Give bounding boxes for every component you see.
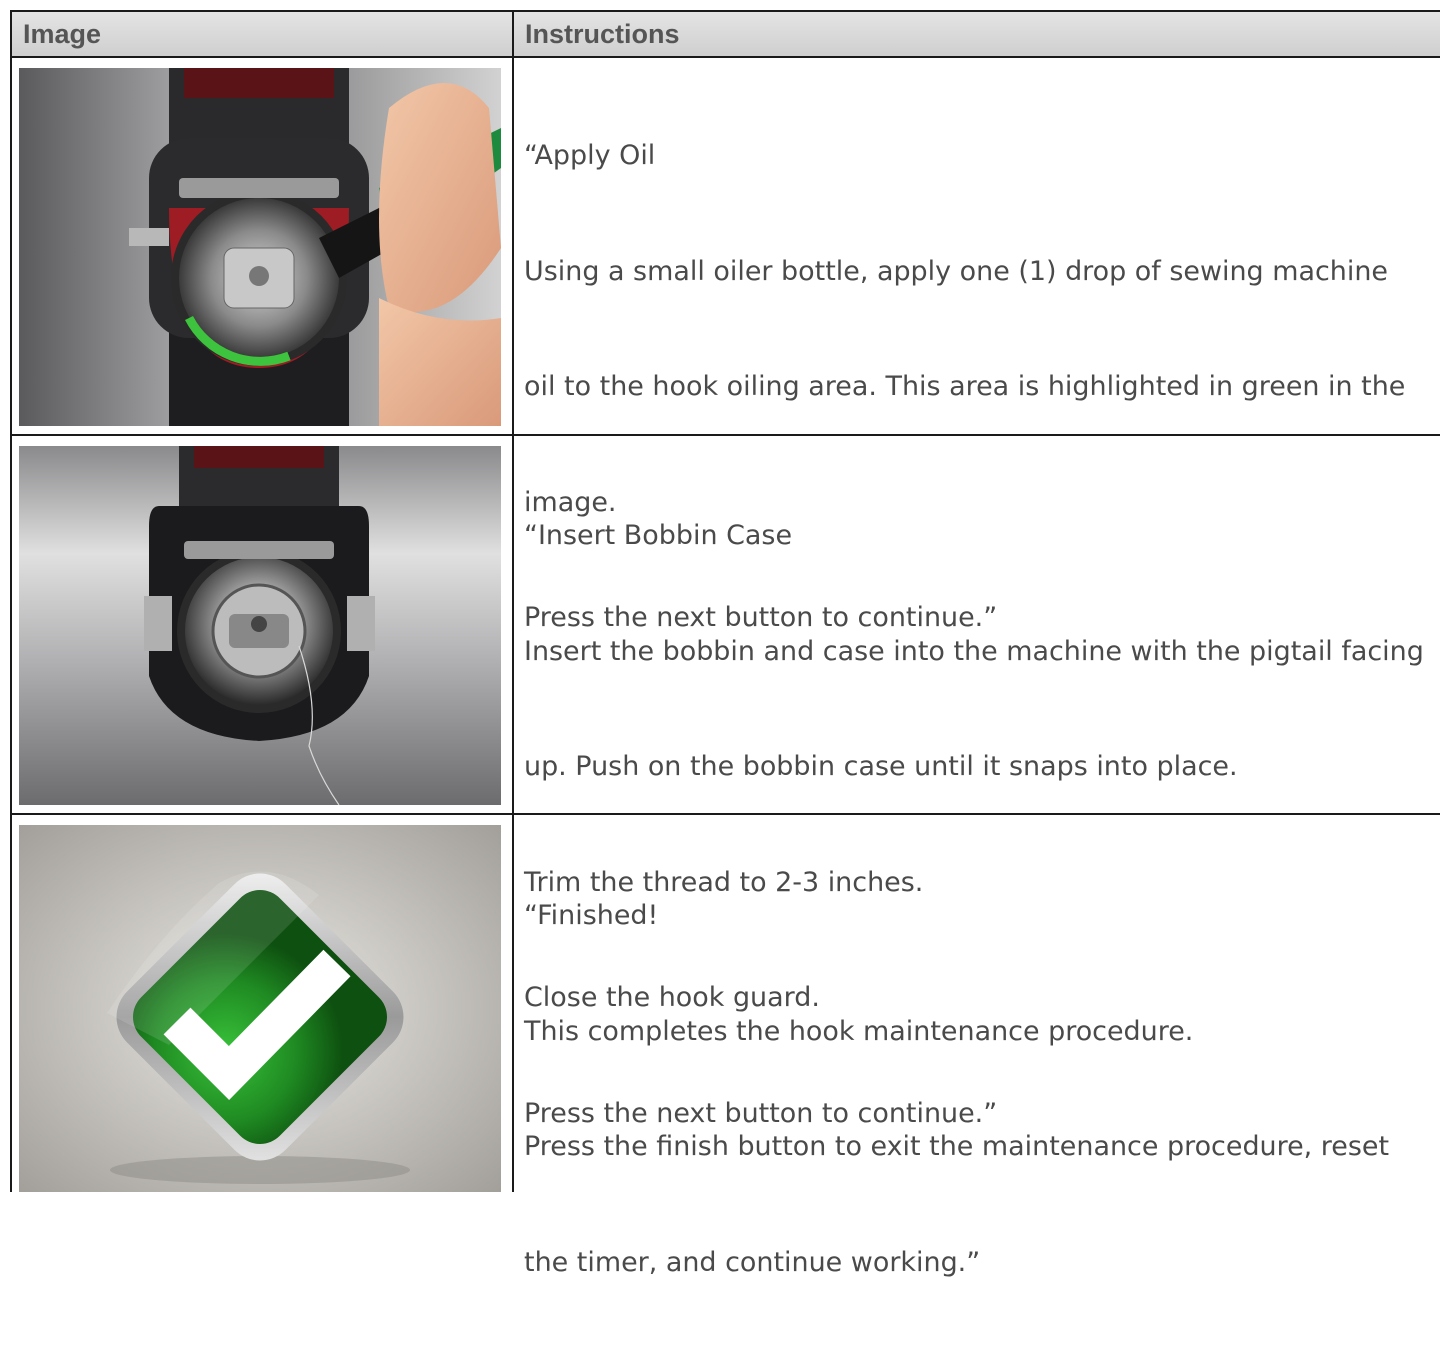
- table-header-row: Image Instructions: [12, 12, 1440, 58]
- instruction-line: Using a small oiler bottle, apply one (1…: [524, 255, 1388, 287]
- bobbin-photo: [19, 446, 501, 805]
- instruction-line: “Insert Bobbin Case: [524, 520, 793, 551]
- column-divider: [512, 12, 514, 1192]
- instruction-line: “Apply Oil: [524, 140, 656, 171]
- instruction-line: Press the finish button to exit the main…: [524, 1131, 1390, 1162]
- instruction-line: the timer, and continue working.”: [524, 1246, 981, 1278]
- instruction-line: Insert the bobbin and case into the mach…: [524, 635, 1424, 667]
- row3-image-finished: [19, 825, 501, 1192]
- instruction-line: “Finished!: [524, 900, 659, 931]
- instruction-line: oil to the hook oiling area. This area i…: [524, 371, 1406, 402]
- instructions-table: Image Instructions “Apply Oil Using a sm…: [10, 10, 1440, 1278]
- instruction-line: This completes the hook maintenance proc…: [524, 1015, 1194, 1047]
- row3-instructions: “Finished! This completes the hook maint…: [524, 820, 1440, 1359]
- row2-image-bobbin: [19, 446, 501, 805]
- instruction-line: up. Push on the bobbin case until it sna…: [524, 751, 1238, 782]
- header-image: Image: [23, 19, 102, 49]
- row1-image-oil: [19, 68, 501, 426]
- oil-photo: [19, 68, 501, 426]
- checkmark-icon: [19, 825, 501, 1192]
- header-instructions: Instructions: [525, 19, 680, 49]
